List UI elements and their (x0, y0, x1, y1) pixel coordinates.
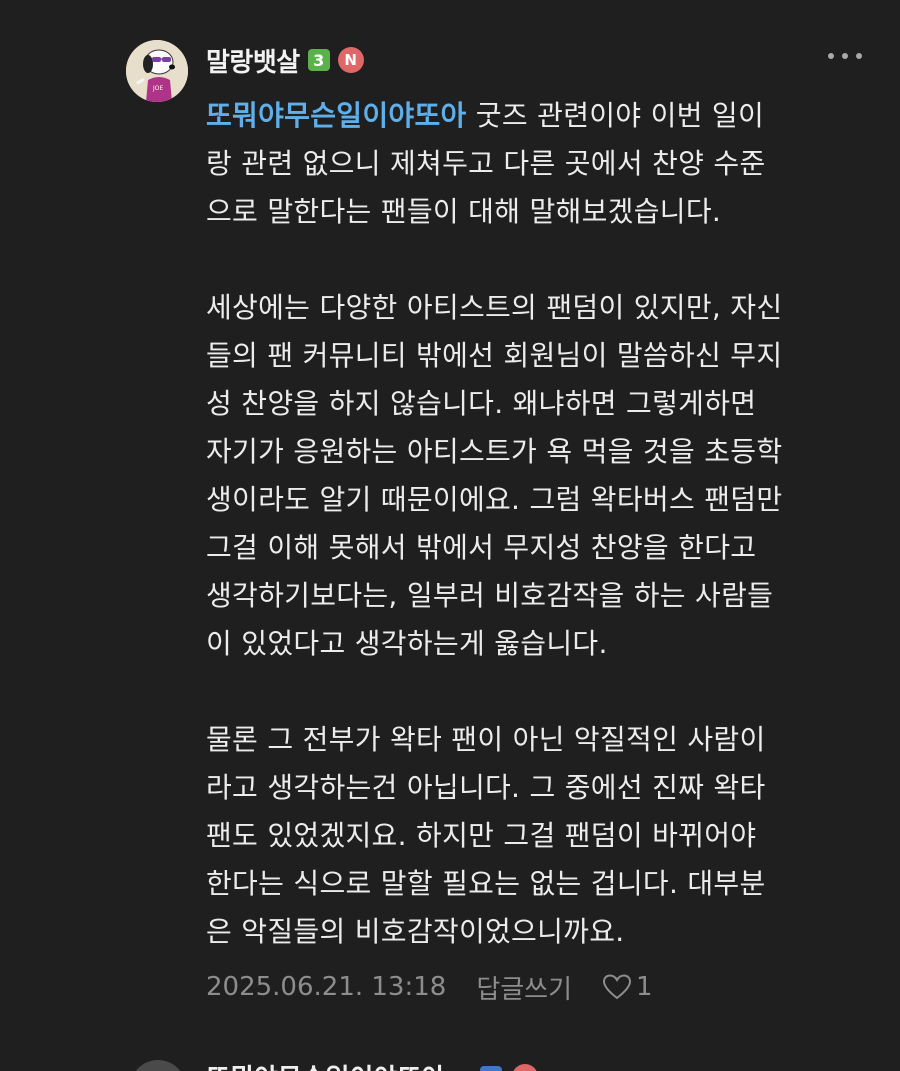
comment-meta: 2025.06.21. 13:18 답글쓰기 1 (206, 966, 653, 1008)
comment-line: 생각하기보다는, 일부러 비호감작을 하는 사람들 (206, 579, 774, 612)
comment-line-text: 굿즈 관련이야 이번 일이 (466, 99, 765, 132)
comment-line: 자기가 응원하는 아티스트가 욕 먹을 것을 초등학 (206, 435, 783, 468)
comment-line: 이 있었다고 생각하는게 옳습니다. (206, 627, 608, 660)
more-dots-icon (842, 53, 848, 59)
more-dots-icon (828, 53, 834, 59)
comment-line: 으로 말한다는 팬들이 대해 말해보겠습니다. (206, 195, 722, 228)
mention-link[interactable]: 또뭐야무슨일이야또아 (206, 99, 467, 132)
reply-button[interactable]: 답글쓰기 (476, 969, 572, 1006)
author-nickname[interactable]: 말랑뱃살 (206, 42, 300, 79)
comment-line: 한다는 식으로 말할 필요는 없는 겁니다. 대부분 (206, 867, 766, 900)
comment-timestamp: 2025.06.21. 13:18 (206, 972, 447, 1002)
comment-line: 성 찬양을 하지 않습니다. 왜냐하면 그렇게하면 (206, 387, 757, 420)
next-comment-item: 또뭐야무슨일이야또아 (0, 1054, 900, 1071)
comment-line: 랑 관련 없으니 제쳐두고 다른 곳에서 찬양 수준 (206, 147, 766, 180)
author-row: 말랑뱃살 3 N (206, 40, 364, 80)
like-count: 1 (636, 972, 653, 1002)
comment-line: 생이라도 알기 때문이에요. 그럼 왁타버스 팬덤만 (206, 483, 783, 516)
comment-line: 은 악질들의 비호감작이었으니까요. (206, 915, 625, 948)
comment-line: 물론 그 전부가 왁타 팬이 아닌 악질적인 사람이 (206, 723, 766, 756)
svg-text:JOE: JOE (152, 85, 163, 92)
next-level-badge (480, 1066, 502, 1071)
level-badge: 3 (307, 49, 330, 71)
comment-line: 그걸 이해 못해서 밖에서 무지성 찬양을 한다고 (206, 531, 757, 564)
comment-line: 들의 팬 커뮤니티 밖에선 회원님이 말씀하신 무지 (206, 339, 783, 372)
more-dots-icon (856, 53, 862, 59)
next-author-nickname[interactable]: 또뭐야무슨일이야또아 (206, 1058, 506, 1071)
comment-line: 또뭐야무슨일이야또아 굿즈 관련이야 이번 일이 (206, 92, 866, 140)
heart-outline-icon (603, 974, 632, 1000)
comment-line: 라고 생각하는건 아닙니다. 그 중에선 진짜 왁타 (206, 771, 766, 804)
comment-body: 또뭐야무슨일이야또아 굿즈 관련이야 이번 일이 랑 관련 없으니 제쳐두고 다… (206, 92, 866, 956)
new-badge: N (337, 47, 364, 73)
next-new-badge (512, 1064, 538, 1071)
comment-line: 팬도 있었겠지요. 하지만 그걸 팬덤이 바뀌어야 (206, 819, 757, 852)
author-avatar[interactable]: JOE (126, 40, 188, 102)
snoopy-avatar-icon: JOE (126, 40, 188, 102)
next-author-avatar[interactable] (130, 1060, 186, 1071)
like-button[interactable]: 1 (602, 972, 653, 1002)
more-options-button[interactable] (828, 46, 862, 66)
comment-line: 세상에는 다양한 아티스트의 팬덤이 있지만, 자신 (206, 291, 783, 324)
